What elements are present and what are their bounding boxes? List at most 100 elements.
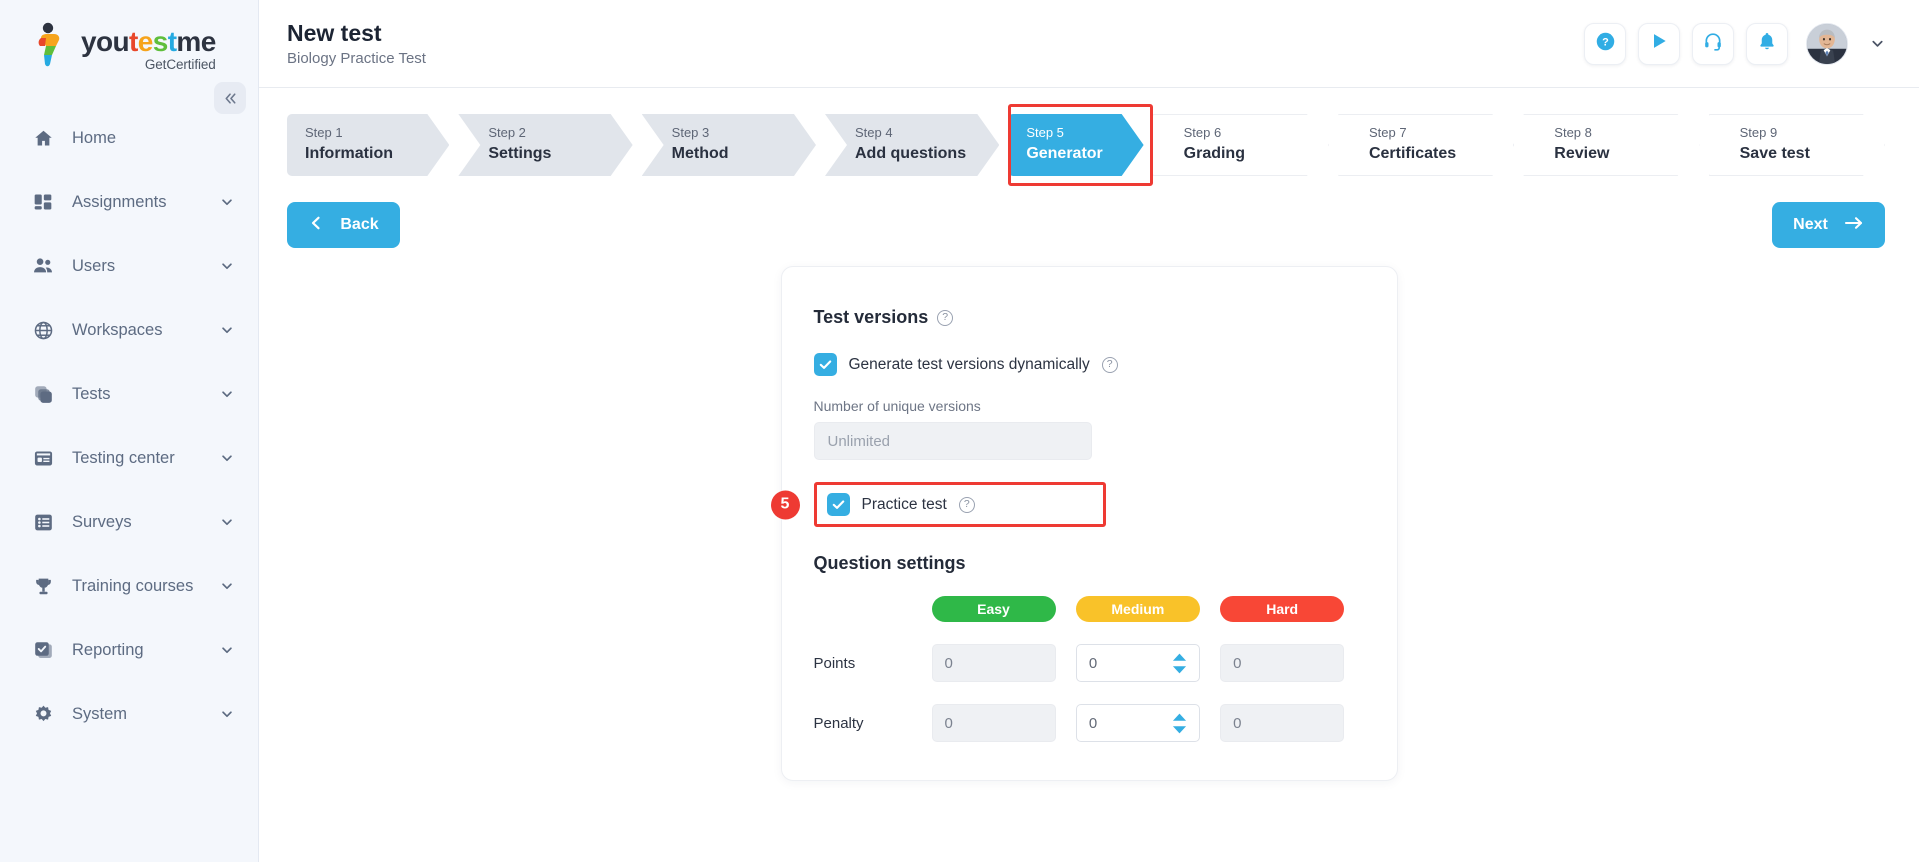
step-number: Step 6 bbox=[1183, 125, 1222, 141]
back-button[interactable]: Back bbox=[287, 202, 400, 248]
generate-dynamically-row: Generate test versions dynamically ? bbox=[813, 353, 1365, 376]
sidebar-item-label: Assignments bbox=[72, 192, 167, 211]
sidebar-item-label: Training courses bbox=[72, 576, 194, 595]
sidebar-item-label: Surveys bbox=[72, 512, 132, 531]
sidebar-item-label: Workspaces bbox=[72, 320, 163, 339]
svg-text:?: ? bbox=[1602, 36, 1609, 48]
penalty-input-easy[interactable]: 0 bbox=[931, 704, 1056, 742]
bell-notification-icon bbox=[1757, 31, 1777, 56]
step-number: Step 5 bbox=[1026, 125, 1064, 141]
wizard-step-5[interactable]: Step 5 Generator bbox=[1008, 114, 1143, 176]
wizard-step-6[interactable]: Step 6 Grading bbox=[1153, 114, 1329, 176]
wizard-step-8[interactable]: Step 8 Review bbox=[1523, 114, 1699, 176]
globe-icon bbox=[30, 317, 56, 343]
chevron-down-icon[interactable] bbox=[220, 195, 234, 209]
sidebar-item-label: Testing center bbox=[72, 448, 175, 467]
sidebar-item-users[interactable]: Users bbox=[0, 234, 258, 298]
sidebar-item-home[interactable]: Home bbox=[0, 106, 258, 170]
penalty-value-medium: 0 bbox=[1088, 714, 1098, 732]
back-button-label: Back bbox=[340, 216, 379, 233]
avatar[interactable] bbox=[1806, 22, 1848, 65]
chevron-down-icon[interactable] bbox=[220, 387, 234, 401]
logo-part-3: s bbox=[152, 26, 169, 57]
assignments-icon bbox=[30, 189, 56, 215]
generator-card: Test versions ? Generate test versions d… bbox=[770, 266, 1398, 781]
next-button[interactable]: Next bbox=[1772, 202, 1885, 248]
step-name: Method bbox=[671, 144, 729, 162]
step-name: Generator bbox=[1026, 144, 1103, 162]
sidebar-item-reporting[interactable]: Reporting bbox=[0, 618, 258, 682]
chevron-down-icon[interactable] bbox=[220, 323, 234, 337]
sidebar-item-testing-center[interactable]: Testing center bbox=[0, 426, 258, 490]
help-button[interactable]: ? bbox=[1584, 22, 1626, 65]
sidebar-item-training-courses[interactable]: Training courses bbox=[0, 554, 258, 618]
wizard-step-4[interactable]: Step 4 Add questions bbox=[825, 114, 999, 176]
sidebar-item-system[interactable]: System bbox=[0, 682, 258, 746]
step-badge-5: 5 bbox=[770, 490, 800, 519]
difficulty-pill-hard: Hard bbox=[1220, 596, 1345, 622]
unique-versions-input[interactable]: Unlimited bbox=[813, 422, 1092, 460]
notifications-button[interactable] bbox=[1746, 22, 1788, 65]
help-icon: ? bbox=[1595, 31, 1616, 57]
sidebar-item-label: Home bbox=[72, 128, 117, 147]
penalty-input-medium[interactable]: 0 bbox=[1075, 704, 1200, 742]
spinner-up-down-icon[interactable] bbox=[1172, 653, 1187, 674]
generator-card-area: Test versions ? Generate test versions d… bbox=[259, 248, 1919, 781]
chevron-down-icon[interactable] bbox=[220, 579, 234, 593]
sidebar-item-assignments[interactable]: Assignments bbox=[0, 170, 258, 234]
difficulty-cell-medium: Medium bbox=[1075, 596, 1220, 622]
chevron-down-icon[interactable] bbox=[220, 259, 234, 273]
tests-stack-icon bbox=[30, 381, 56, 407]
points-row: Points 0 0 0 bbox=[814, 644, 1365, 682]
help-icon[interactable]: ? bbox=[958, 496, 975, 513]
practice-test-highlight-box: 5 Practice test ? bbox=[770, 482, 1106, 527]
help-icon[interactable]: ? bbox=[937, 309, 954, 326]
avatar-dropdown-button[interactable] bbox=[1870, 36, 1885, 51]
arrow-right-icon bbox=[1844, 215, 1864, 236]
wizard-step-3[interactable]: Step 3 Method bbox=[642, 114, 816, 176]
points-input-hard[interactable]: 0 bbox=[1220, 644, 1345, 682]
spacer-row bbox=[814, 622, 1365, 644]
play-button[interactable] bbox=[1638, 22, 1680, 65]
avatar-photo bbox=[1807, 23, 1847, 64]
logo[interactable]: youtestme GetCertified bbox=[0, 0, 258, 88]
support-button[interactable] bbox=[1692, 22, 1734, 65]
penalty-cell-medium: 0 bbox=[1075, 704, 1220, 742]
testing-center-icon bbox=[30, 445, 56, 471]
chevron-down-icon[interactable] bbox=[220, 515, 234, 529]
wizard-step-2[interactable]: Step 2 Settings bbox=[458, 114, 632, 176]
page-heading-block: New test Biology Practice Test bbox=[287, 20, 426, 67]
sidebar-item-surveys[interactable]: Surveys bbox=[0, 490, 258, 554]
penalty-cell-easy: 0 bbox=[931, 704, 1076, 742]
chevron-down-icon[interactable] bbox=[220, 707, 234, 721]
points-input-easy[interactable]: 0 bbox=[931, 644, 1056, 682]
penalty-value-easy: 0 bbox=[944, 714, 953, 732]
home-icon bbox=[30, 125, 56, 151]
app-root: youtestme GetCertified Home Assignments … bbox=[0, 0, 1919, 862]
points-input-medium[interactable]: 0 bbox=[1075, 644, 1200, 682]
practice-test-label: Practice test bbox=[861, 495, 947, 513]
wizard-step-9[interactable]: Step 9 Save test bbox=[1709, 114, 1885, 176]
step-number: Step 3 bbox=[671, 125, 710, 141]
penalty-input-hard[interactable]: 0 bbox=[1220, 704, 1345, 742]
test-versions-heading: Test versions ? bbox=[814, 307, 1365, 328]
sidebar-item-workspaces[interactable]: Workspaces bbox=[0, 298, 258, 362]
double-chevron-left-icon bbox=[223, 91, 238, 106]
penalty-cell-hard: 0 bbox=[1220, 704, 1364, 742]
generate-dynamically-checkbox[interactable] bbox=[813, 353, 837, 376]
empty-corner-cell bbox=[814, 596, 932, 622]
sidebar-item-tests[interactable]: Tests bbox=[0, 362, 258, 426]
chevron-down-icon[interactable] bbox=[220, 643, 234, 657]
points-cell-hard: 0 bbox=[1220, 644, 1364, 682]
difficulty-cell-hard: Hard bbox=[1220, 596, 1364, 622]
wizard-step-1[interactable]: Step 1 Information bbox=[287, 114, 449, 176]
difficulty-cell-easy: Easy bbox=[931, 596, 1076, 622]
practice-test-checkbox[interactable] bbox=[826, 493, 850, 516]
wizard-step-7[interactable]: Step 7 Certificates bbox=[1338, 114, 1514, 176]
step-name: Save test bbox=[1739, 144, 1810, 162]
sidebar-nav: Home Assignments Users Workspaces Tests … bbox=[0, 106, 258, 746]
sidebar-item-label: Users bbox=[72, 256, 116, 275]
help-icon[interactable]: ? bbox=[1101, 356, 1118, 373]
spinner-up-down-icon[interactable] bbox=[1172, 713, 1187, 734]
chevron-down-icon[interactable] bbox=[220, 451, 234, 465]
